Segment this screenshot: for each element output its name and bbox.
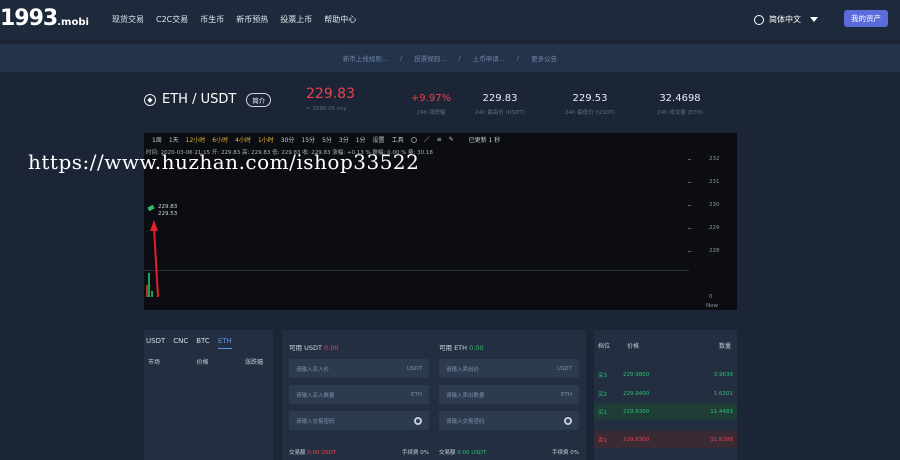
trade-panel: 可用 USDT 0.00 请输入买入价 USDT 请输入买入数量 ETH 请输入交易… <box>282 330 586 460</box>
header-amount: 数量 <box>718 343 731 350</box>
sell-available: 可用 ETH 0.00 <box>439 344 484 352</box>
sell-password-input[interactable]: 请输入交易密码 <box>439 411 579 430</box>
header-change[interactable]: 涨跌幅 <box>245 357 263 366</box>
orderbook-row[interactable]: 买1 229.8300 11.4483 <box>594 403 737 420</box>
market-tabs: USDT CNC BTC ETH <box>144 330 273 349</box>
orderbook-row[interactable]: 买3 229.9800 3.9639 <box>594 366 737 383</box>
gear-icon[interactable] <box>564 416 572 425</box>
sell-price-input[interactable]: 请输入卖出价 USDT <box>439 359 579 378</box>
market-panel: USDT CNC BTC ETH 市场 价格 涨跌幅 <box>144 330 273 460</box>
buy-quantity-input[interactable]: 请输入买入数量 ETH <box>289 385 429 404</box>
sell-quantity-input[interactable]: 请输入卖出数量 ETH <box>439 385 579 404</box>
arrow-shaft <box>153 227 159 298</box>
tab-usdt[interactable]: USDT <box>146 337 165 349</box>
orderbook-header: 档位 价格 数量 <box>594 330 737 350</box>
orderbook-row[interactable]: 卖1 229.8300 31.9398 <box>594 431 737 448</box>
tab-btc[interactable]: BTC <box>196 337 210 349</box>
tab-cnc[interactable]: CNC <box>173 337 188 349</box>
gear-icon[interactable] <box>414 416 422 425</box>
buy-form: 可用 USDT 0.00 请输入买入价 USDT 请输入买入数量 ETH 请输入交易… <box>289 342 429 430</box>
sell-form: 可用 ETH 0.00 请输入卖出价 USDT 请输入卖出数量 ETH 请输入交易密… <box>439 342 579 430</box>
header-market[interactable]: 市场 <box>148 357 160 366</box>
header-price: 价格 <box>627 343 640 350</box>
header-price[interactable]: 价格 <box>196 357 208 366</box>
buy-password-input[interactable]: 请输入交易密码 <box>289 411 429 430</box>
buy-price-input[interactable]: 请输入买入价 USDT <box>289 359 429 378</box>
buy-summary: 交易额 0.00 USDT 手续费 0% <box>289 450 429 456</box>
buy-available: 可用 USDT 0.00 <box>289 344 339 352</box>
header-level: 档位 <box>598 343 611 350</box>
market-header: 市场 价格 涨跌幅 <box>144 349 273 366</box>
sell-summary: 交易额 0.00 USDT 手续费 0% <box>439 450 579 456</box>
orderbook-row[interactable]: 买2 229.9400 1.6201 <box>594 385 737 402</box>
order-book: 档位 价格 数量 买3 229.9800 3.9639 买2 229.9400 1.62… <box>594 330 737 460</box>
arrow-head-icon <box>150 220 158 231</box>
watermark-url: https://www.huzhan.com/ishop33522 <box>28 150 420 174</box>
tab-eth[interactable]: ETH <box>217 337 232 349</box>
